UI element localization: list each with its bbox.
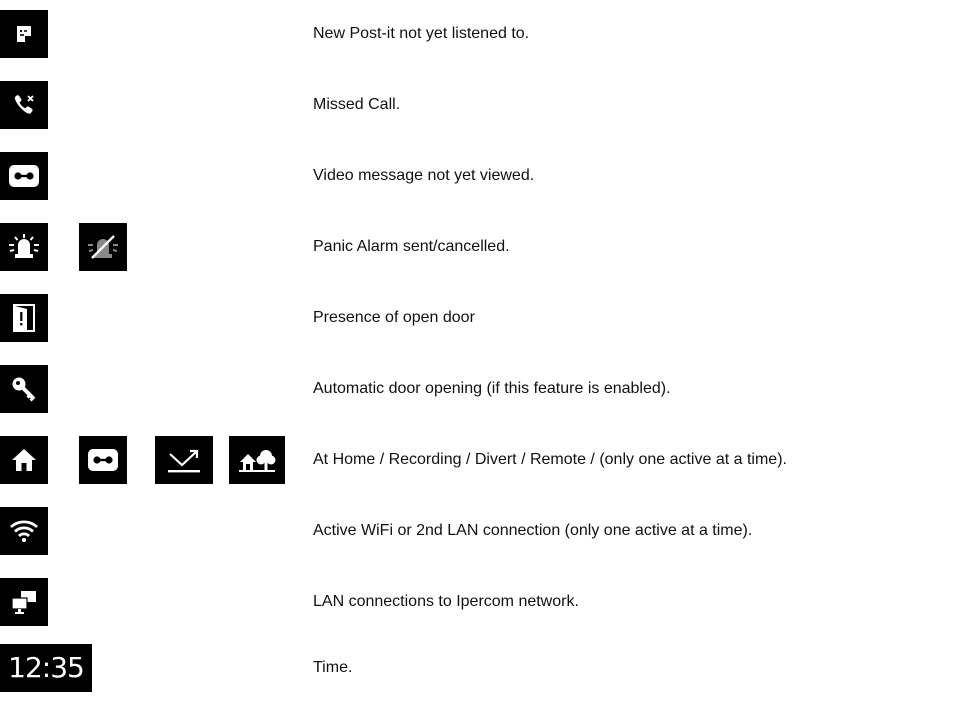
legend-row-panic-alarm: Panic Alarm sent/cancelled.	[0, 223, 954, 271]
legend-description: Time.	[313, 659, 353, 676]
legend-description: LAN connections to Ipercom network.	[313, 593, 579, 610]
time-display: 12:35	[0, 644, 92, 692]
legend-row-status-modes: At Home / Recording / Divert / Remote / …	[0, 436, 954, 484]
open-door-icon	[0, 294, 48, 342]
key-icon	[0, 365, 48, 413]
post-it-icon	[0, 10, 48, 58]
lan-icon	[0, 578, 48, 626]
legend-row-wifi: Active WiFi or 2nd LAN connection (only …	[0, 507, 954, 555]
legend-row-lan: LAN connections to Ipercom network.	[0, 578, 954, 626]
home-icon	[0, 436, 48, 484]
legend-row-time: 12:35 Time.	[0, 644, 954, 692]
panic-alarm-icon	[0, 223, 48, 271]
legend-description: At Home / Recording / Divert / Remote / …	[313, 451, 787, 468]
wifi-icon	[0, 507, 48, 555]
divert-icon	[155, 436, 213, 484]
missed-call-icon	[0, 81, 48, 129]
voicemail-icon	[0, 152, 48, 200]
legend-row-post-it: New Post-it not yet listened to.	[0, 10, 954, 58]
legend-description: Panic Alarm sent/cancelled.	[313, 238, 510, 255]
legend-row-open-door: Presence of open door	[0, 294, 954, 342]
legend-row-missed-call: Missed Call.	[0, 81, 954, 129]
legend-description: Active WiFi or 2nd LAN connection (only …	[313, 522, 753, 539]
legend-description: Presence of open door	[313, 309, 475, 326]
legend-row-automatic-door: Automatic door opening (if this feature …	[0, 365, 954, 413]
recording-icon	[79, 436, 127, 484]
legend-description: New Post-it not yet listened to.	[313, 25, 530, 42]
remote-icon	[229, 436, 285, 484]
legend-row-video-message: Video message not yet viewed.	[0, 152, 954, 200]
legend-description: Missed Call.	[313, 96, 401, 113]
legend-description: Automatic door opening (if this feature …	[313, 380, 671, 397]
panic-alarm-cancelled-icon	[79, 223, 127, 271]
legend-description: Video message not yet viewed.	[313, 167, 535, 184]
